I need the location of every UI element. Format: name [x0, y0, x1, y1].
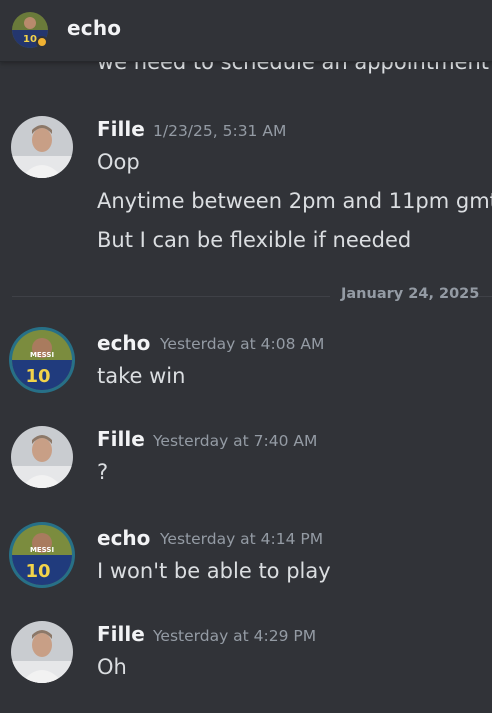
dm-header: 10 echo — [0, 0, 492, 62]
fille-avatar-icon[interactable] — [11, 621, 73, 683]
message-timestamp: Yesterday at 7:40 AM — [153, 432, 318, 450]
message-text: take win — [97, 364, 186, 388]
message-timestamp: 1/23/25, 5:31 AM — [153, 122, 287, 140]
message-author[interactable]: Fille — [97, 622, 145, 646]
svg-text:10: 10 — [25, 366, 50, 387]
message-text: Anytime between 2pm and 11pm gmt +1 — [97, 189, 492, 213]
svg-text:10: 10 — [25, 561, 50, 582]
divider-line — [478, 296, 492, 297]
fille-avatar-icon[interactable] — [11, 116, 73, 178]
message-author[interactable]: Fille — [97, 427, 145, 451]
message-author[interactable]: echo — [97, 526, 150, 550]
message-text: Oop — [97, 150, 140, 174]
messi-avatar-icon[interactable]: 10 — [12, 12, 48, 48]
divider-date-label: January 24, 2025 — [341, 286, 480, 302]
messi-avatar-icon[interactable]: MESSI 10 — [8, 326, 76, 394]
svg-text:MESSI: MESSI — [30, 546, 54, 554]
svg-text:MESSI: MESSI — [30, 351, 54, 359]
divider-line — [12, 296, 330, 297]
message-author[interactable]: Fille — [97, 117, 145, 141]
message-timestamp: Yesterday at 4:14 PM — [160, 530, 324, 548]
svg-text:10: 10 — [23, 34, 37, 45]
messi-avatar-icon[interactable]: MESSI 10 — [8, 521, 76, 589]
message-text: But I can be flexible if needed — [97, 228, 412, 252]
message-timestamp: Yesterday at 4:08 AM — [160, 335, 325, 353]
message-author[interactable]: echo — [97, 331, 150, 355]
message-text: Oh — [97, 655, 127, 679]
message-timestamp: Yesterday at 4:29 PM — [153, 627, 317, 645]
fille-avatar-icon[interactable] — [11, 426, 73, 488]
message-text: I won't be able to play — [97, 559, 331, 583]
message-text: ? — [97, 460, 109, 484]
header-username: echo — [67, 16, 122, 40]
chat-window: we need to schedule an appointment 10 ec… — [0, 0, 492, 713]
